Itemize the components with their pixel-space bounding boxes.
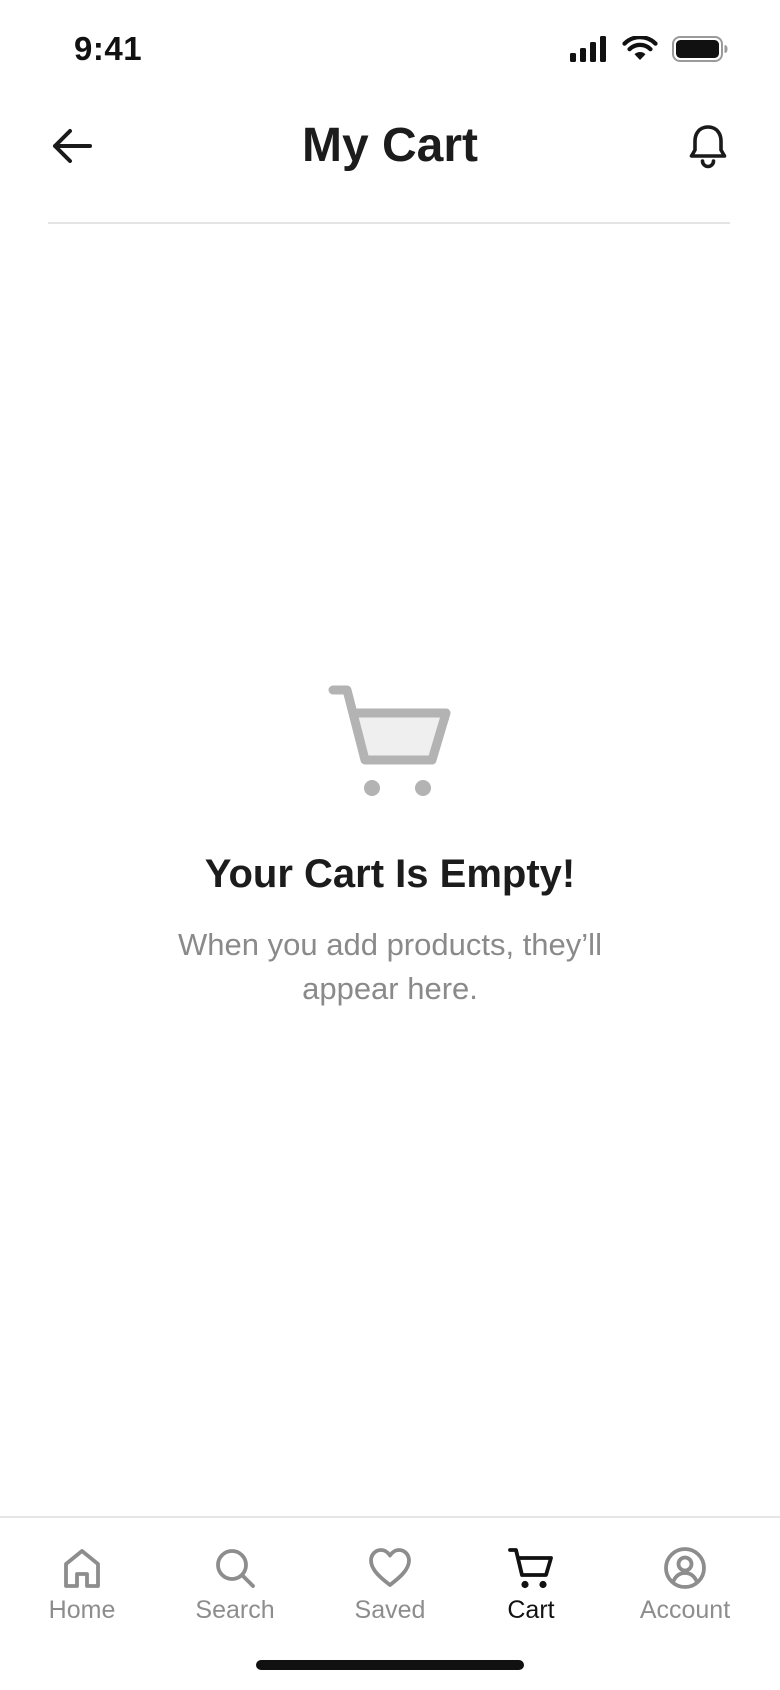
tab-home-label: Home	[48, 1596, 116, 1624]
wifi-icon	[622, 36, 658, 62]
tab-cart-label: Cart	[507, 1596, 555, 1624]
bell-icon	[687, 123, 729, 174]
battery-icon	[672, 36, 728, 62]
tab-saved[interactable]: Saved	[320, 1546, 460, 1625]
shopping-cart-icon	[0, 680, 780, 800]
tab-saved-label: Saved	[354, 1596, 426, 1624]
header-divider	[48, 222, 730, 224]
status-icons	[570, 36, 728, 62]
home-icon	[12, 1546, 152, 1590]
account-icon	[615, 1546, 755, 1590]
page-title: My Cart	[301, 119, 479, 172]
tab-search[interactable]: Search	[165, 1546, 305, 1625]
home-indicator	[256, 1660, 524, 1670]
cellular-signal-icon	[570, 36, 608, 62]
cart-icon	[461, 1546, 601, 1590]
heart-icon	[320, 1546, 460, 1590]
empty-cart-title: Your Cart Is Empty!	[204, 852, 576, 896]
tab-search-label: Search	[195, 1596, 275, 1624]
tab-cart[interactable]: Cart	[461, 1546, 601, 1625]
search-icon	[165, 1546, 305, 1590]
tab-home[interactable]: Home	[12, 1546, 152, 1625]
status-bar: 9:41	[0, 0, 780, 100]
empty-cart-state: Your Cart Is Empty! When you add product…	[0, 680, 780, 1011]
header: My Cart	[0, 100, 780, 222]
notifications-button[interactable]	[682, 122, 734, 174]
status-time: 9:41	[74, 30, 143, 67]
empty-cart-subtitle: When you add products, they’ll appear he…	[178, 927, 602, 1006]
tab-account-label: Account	[639, 1596, 731, 1624]
tab-account[interactable]: Account	[615, 1546, 755, 1625]
